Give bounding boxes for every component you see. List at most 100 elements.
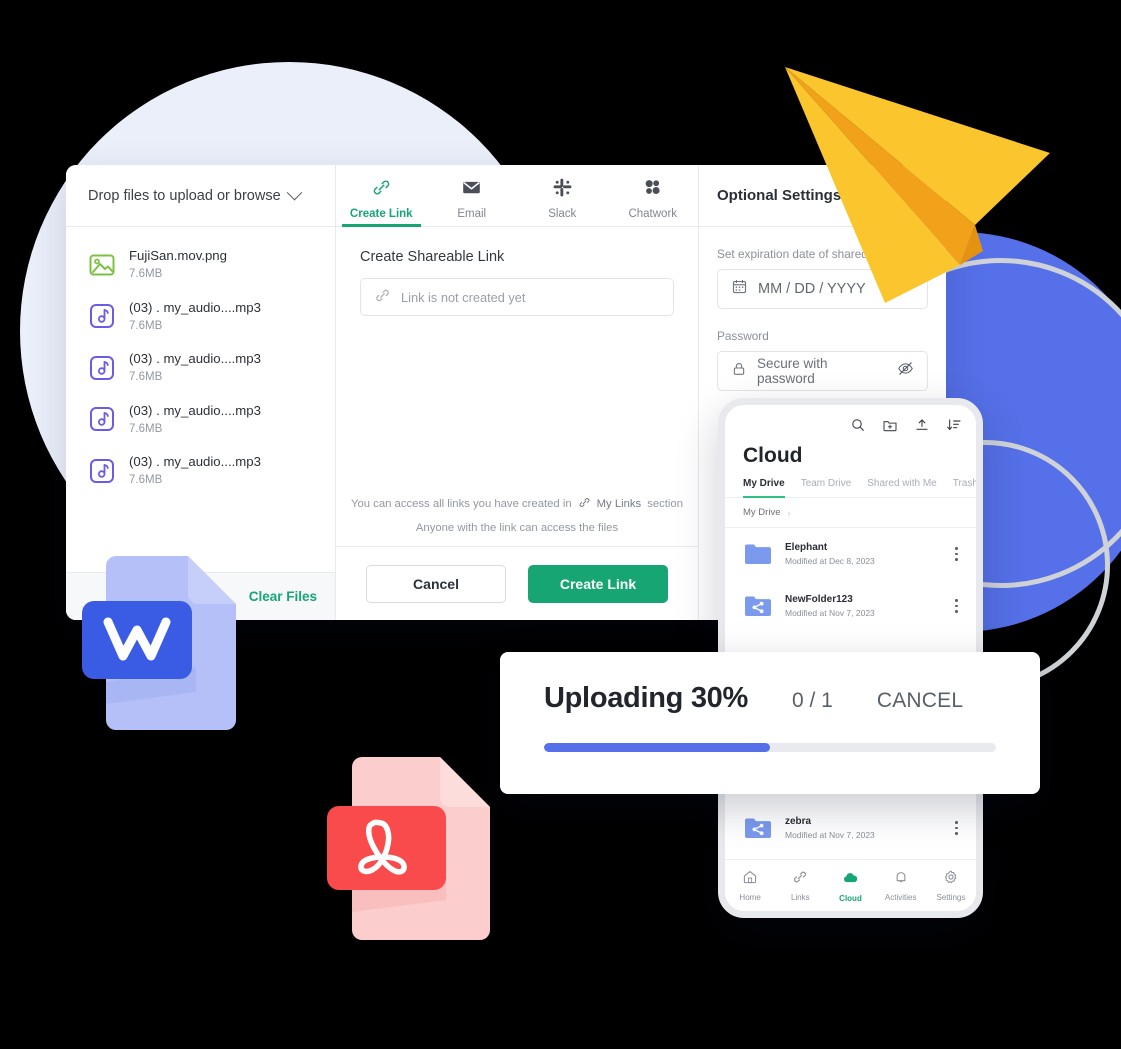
- my-links-link[interactable]: My Links: [597, 498, 642, 510]
- upload-progress-fill: [544, 743, 770, 752]
- file-name: FujiSan.mov.png: [129, 248, 227, 263]
- file-meta: FujiSan.mov.png 7.6MB: [129, 246, 227, 284]
- item-name: NewFolder123: [785, 594, 853, 606]
- list-item[interactable]: (03) . my_audio....mp3 7.6MB: [66, 394, 335, 446]
- mobile-tab-my-drive[interactable]: My Drive: [743, 478, 785, 498]
- tab-create-link[interactable]: Create Link: [336, 165, 427, 227]
- breadcrumb-item[interactable]: My Drive: [743, 507, 780, 518]
- audio-file-icon: [88, 457, 116, 485]
- calendar-icon: [731, 278, 748, 300]
- list-item[interactable]: (03) . my_audio....mp3 7.6MB: [66, 445, 335, 497]
- slack-icon: [552, 177, 573, 203]
- share-link-input[interactable]: Link is not created yet: [360, 278, 674, 316]
- file-name: (03) . my_audio....mp3: [129, 299, 261, 315]
- share-panel: Create Link Email Slack Chatwork Create …: [336, 165, 699, 620]
- upload-progress-toast: Uploading 30% 0 / 1 CANCEL: [500, 652, 1040, 794]
- drop-files-header[interactable]: Drop files to upload or browse: [66, 165, 335, 227]
- tab-chatwork[interactable]: Chatwork: [608, 165, 699, 226]
- file-size: 7.6MB: [129, 371, 163, 384]
- upload-cancel-button[interactable]: CANCEL: [877, 689, 963, 713]
- item-modified: Modified at Nov 7, 2023: [785, 830, 875, 841]
- nav-item-activities[interactable]: Activities: [876, 860, 926, 911]
- upload-toast-header: Uploading 30% 0 / 1 CANCEL: [544, 682, 996, 715]
- item-modified: Modified at Dec 8, 2023: [785, 556, 875, 567]
- nav-label: Settings: [936, 893, 966, 902]
- file-name: (03) . my_audio....mp3: [129, 402, 261, 418]
- tab-label: Create Link: [349, 208, 413, 220]
- gear-icon: [943, 869, 959, 890]
- folder-icon: [743, 539, 773, 569]
- sort-icon[interactable]: [946, 417, 962, 438]
- tab-label: Chatwork: [628, 208, 678, 220]
- kebab-menu-icon[interactable]: [951, 817, 962, 838]
- cloud-icon: [842, 869, 859, 891]
- mobile-tab-trash[interactable]: Trash: [953, 478, 976, 497]
- home-icon: [742, 869, 758, 890]
- link-icon: [374, 287, 391, 307]
- tab-label: Slack: [548, 208, 577, 220]
- link-access-note: Anyone with the link can access the file…: [415, 522, 619, 534]
- chatwork-icon: [642, 177, 663, 203]
- file-size: 7.6MB: [129, 319, 163, 332]
- password-placeholder: Secure with password: [757, 356, 828, 386]
- file-meta: (03) . my_audio....mp3 7.6MB: [129, 298, 261, 336]
- tab-email[interactable]: Email: [427, 165, 518, 226]
- new-folder-icon[interactable]: [882, 417, 898, 438]
- my-links-note-prefix: You can access all links you have create…: [350, 498, 572, 510]
- list-item[interactable]: zebra Modified at Nov 7, 2023: [725, 802, 976, 854]
- my-links-note: You can access all links you have create…: [346, 496, 688, 512]
- file-size: 7.6MB: [129, 268, 163, 281]
- nav-label: Home: [739, 893, 761, 902]
- list-item[interactable]: (03) . my_audio....mp3 7.6MB: [66, 342, 335, 394]
- kebab-menu-icon[interactable]: [951, 595, 962, 616]
- item-info: zebra Modified at Nov 7, 2023: [785, 814, 939, 842]
- chevron-right-icon: ›: [787, 507, 791, 518]
- item-info: Elephant Modified at Dec 8, 2023: [785, 540, 939, 568]
- word-document-icon: [78, 552, 248, 737]
- audio-file-icon: [88, 302, 116, 330]
- file-size: 7.6MB: [129, 422, 163, 435]
- nav-item-links[interactable]: Links: [775, 860, 825, 911]
- pdf-document-icon: [322, 752, 502, 950]
- upload-status-text: Uploading 30%: [544, 682, 748, 714]
- list-item[interactable]: FujiSan.mov.png 7.6MB: [66, 239, 335, 291]
- cancel-button[interactable]: Cancel: [366, 564, 507, 603]
- kebab-menu-icon[interactable]: [951, 543, 962, 564]
- share-body: Create Shareable Link Link is not create…: [336, 227, 698, 496]
- paper-plane-illustration: [765, 55, 1065, 335]
- list-item[interactable]: (03) . my_audio....mp3 7.6MB: [66, 291, 335, 343]
- mobile-tab-shared-with-me[interactable]: Shared with Me: [867, 478, 936, 497]
- item-name: zebra: [785, 816, 812, 828]
- file-list: FujiSan.mov.png 7.6MB (03) . my_audio...…: [66, 227, 335, 572]
- upload-icon[interactable]: [914, 417, 930, 438]
- clear-files-button[interactable]: Clear Files: [249, 589, 317, 604]
- illustration-stage: Drop files to upload or browse FujiSan.m…: [0, 0, 1121, 1049]
- eye-off-icon[interactable]: [897, 360, 914, 382]
- file-name: (03) . my_audio....mp3: [129, 454, 261, 470]
- list-item[interactable]: Elephant Modified at Dec 8, 2023: [725, 528, 976, 580]
- password-input[interactable]: Secure with password: [717, 351, 928, 391]
- file-meta: (03) . my_audio....mp3 7.6MB: [129, 452, 261, 490]
- chevron-down-icon: [286, 184, 302, 201]
- mobile-tabs: My Drive Team Drive Shared with Me Trash: [725, 478, 976, 498]
- search-icon[interactable]: [850, 417, 866, 438]
- mobile-app-title: Cloud: [743, 444, 803, 467]
- list-item[interactable]: NewFolder123 Modified at Nov 7, 2023: [725, 580, 976, 632]
- create-link-button[interactable]: Create Link: [528, 564, 668, 603]
- envelope-icon: [461, 177, 482, 203]
- create-shareable-link-title: Create Shareable Link: [360, 249, 505, 265]
- mobile-tab-team-drive[interactable]: Team Drive: [801, 478, 852, 497]
- nav-item-home[interactable]: Home: [725, 860, 775, 911]
- file-name: (03) . my_audio....mp3: [129, 351, 261, 367]
- nav-item-cloud[interactable]: Cloud: [825, 860, 875, 911]
- link-icon: [792, 869, 808, 890]
- share-notes: You can access all links you have create…: [336, 496, 698, 546]
- tab-slack[interactable]: Slack: [517, 165, 608, 226]
- my-links-note-suffix: section: [647, 498, 683, 510]
- nav-item-settings[interactable]: Settings: [926, 860, 976, 911]
- shared-folder-icon: [743, 591, 773, 621]
- link-icon: [578, 496, 591, 512]
- image-file-icon: [88, 251, 116, 279]
- nav-label: Activities: [884, 893, 917, 902]
- item-info: NewFolder123 Modified at Nov 7, 2023: [785, 592, 939, 620]
